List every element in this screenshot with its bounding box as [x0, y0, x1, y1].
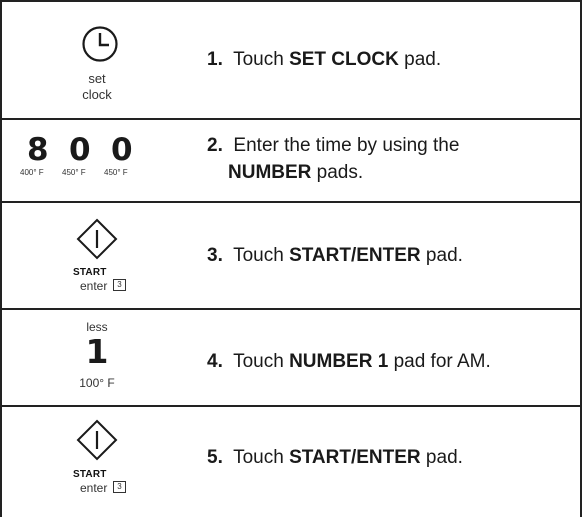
- step-text-part: Touch: [233, 351, 290, 372]
- step-text: 3. Touch START/ENTER pad.: [207, 242, 463, 269]
- step-number: 5.: [207, 447, 223, 468]
- set-clock-pad: set clock: [2, 2, 192, 118]
- step-row-5: START enter 3 5. Touch START/ENTER pad.: [2, 407, 580, 517]
- number-pad-digit: 1: [85, 332, 109, 371]
- start-label: START: [73, 267, 107, 278]
- start-enter-pad: START enter 3: [2, 203, 192, 308]
- step-text-part: pad.: [398, 49, 442, 70]
- instruction-table: set clock 1. Touch SET CLOCK pad. 8 0 0 …: [0, 0, 582, 517]
- step-number: 2.: [207, 135, 223, 156]
- step-text-part: pad.: [420, 245, 463, 266]
- clock-icon: [82, 26, 118, 62]
- step-row-2: 8 0 0 400° F 450° F 450° F 2. Enter the …: [2, 120, 580, 201]
- number-pad-digit: 0: [69, 132, 91, 168]
- step-text-bold: NUMBER: [228, 162, 312, 183]
- number-1-pad: less 1 100° F: [2, 310, 192, 405]
- step-text-part: Touch: [233, 49, 290, 70]
- step-text-part: Enter the time by using the: [233, 135, 460, 156]
- number-pads: 8 0 0 400° F 450° F 450° F: [2, 120, 192, 201]
- step-text-part: pads.: [311, 162, 364, 183]
- pad-temp-label: 450° F: [104, 168, 128, 177]
- start-diamond-icon: [76, 218, 118, 260]
- pad-caption-line2: clock: [82, 87, 112, 102]
- pad-temp-label: 100° F: [79, 376, 115, 390]
- step-row-4: less 1 100° F 4. Touch NUMBER 1 pad for …: [2, 310, 580, 405]
- pad-caption-line1: set: [88, 71, 106, 86]
- pad-number-box: 3: [113, 481, 126, 493]
- step-text-bold: SET CLOCK: [289, 49, 399, 70]
- number-pad-digit: 0: [111, 132, 133, 168]
- step-text: 1. Touch SET CLOCK pad.: [207, 46, 441, 73]
- enter-label: enter: [80, 279, 108, 293]
- step-text: 2. Enter the time by using the NUMBER pa…: [207, 132, 459, 186]
- step-text-bold: START/ENTER: [289, 447, 421, 468]
- start-label: START: [73, 469, 107, 480]
- step-text: 5. Touch START/ENTER pad.: [207, 444, 463, 471]
- step-text-part: pad.: [420, 447, 463, 468]
- start-enter-pad: START enter 3: [2, 407, 192, 517]
- step-text: 4. Touch NUMBER 1 pad for AM.: [207, 348, 491, 375]
- step-text-part: Touch: [233, 245, 290, 266]
- step-number: 4.: [207, 351, 223, 372]
- step-row-3: START enter 3 3. Touch START/ENTER pad.: [2, 203, 580, 308]
- step-text-part: pad for AM.: [388, 351, 491, 372]
- enter-label: enter: [80, 481, 108, 495]
- step-number: 3.: [207, 245, 223, 266]
- step-text-bold: START/ENTER: [289, 245, 421, 266]
- step-text-bold: NUMBER 1: [289, 351, 389, 372]
- step-number: 1.: [207, 49, 223, 70]
- start-diamond-icon: [76, 419, 118, 461]
- pad-temp-label: 400° F: [20, 168, 44, 177]
- pad-temp-label: 450° F: [62, 168, 86, 177]
- step-row-1: set clock 1. Touch SET CLOCK pad.: [2, 2, 580, 118]
- pad-number-box: 3: [113, 279, 126, 291]
- number-pad-digit: 8: [27, 132, 49, 168]
- step-text-part: Touch: [233, 447, 290, 468]
